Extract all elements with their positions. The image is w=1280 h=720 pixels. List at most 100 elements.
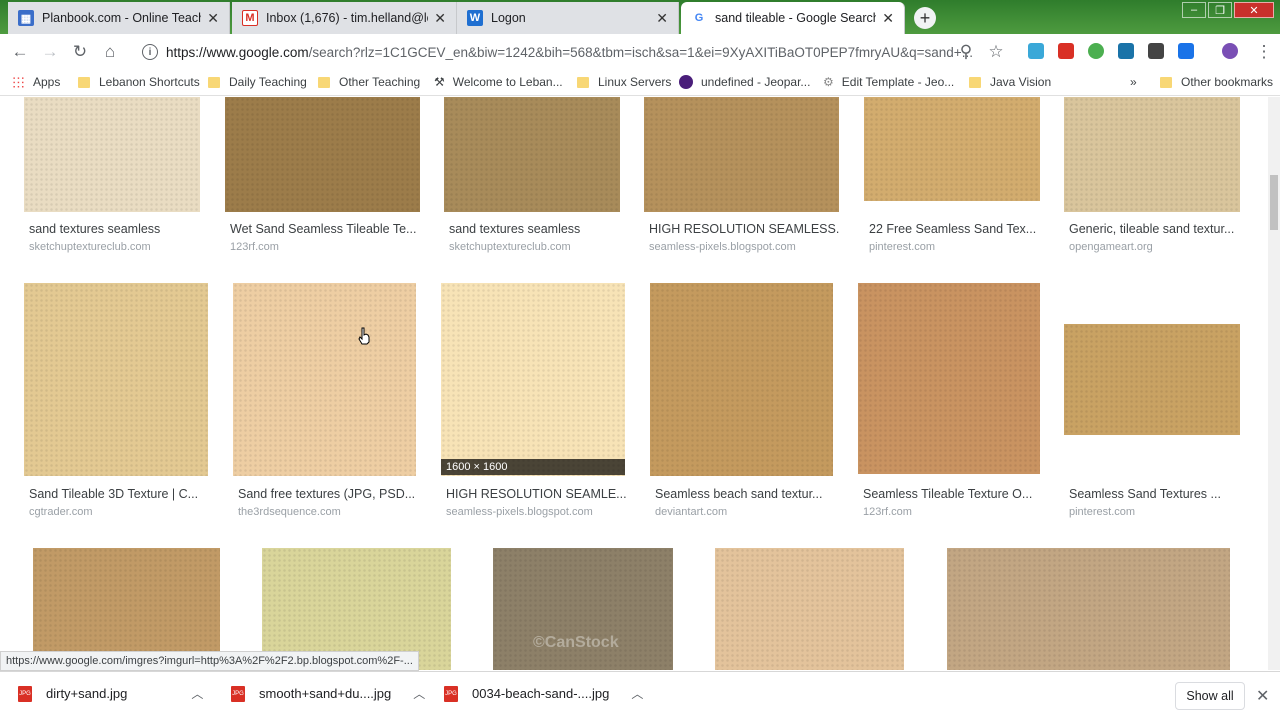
result-thumbnail[interactable] [858,283,1040,474]
close-icon[interactable]: ✕ [882,10,894,27]
result-thumbnail[interactable] [864,97,1040,201]
tab-google-search[interactable]: G sand tileable - Google Search ✕ [681,2,905,34]
result-title[interactable]: Wet Sand Seamless Tileable Te... [230,222,420,236]
reload-icon[interactable]: ↻ [70,42,90,62]
zoom-search-icon[interactable]: ⚲ [956,42,976,62]
jpg-file-icon: JPG [231,685,245,702]
jeopardy-icon [679,75,693,89]
google-icon: G [691,10,707,26]
minimize-button[interactable]: – [1182,2,1206,18]
result-source: the3rdsequence.com [238,506,341,518]
result-thumbnail[interactable] [233,283,416,476]
result-title[interactable]: Sand free textures (JPG, PSD... [238,487,428,501]
info-icon[interactable]: i [142,44,158,60]
bookmarks-overflow[interactable]: » [1130,75,1137,89]
window-controls: – ❐ ✕ [1180,2,1274,18]
result-title[interactable]: Seamless Sand Textures ... [1069,487,1259,501]
bookmark-edit-template[interactable]: ⚙ Edit Template - Jeo... [823,75,954,89]
result-source: pinterest.com [869,241,936,253]
bookmark-lebanon-shortcuts[interactable]: Lebanon Shortcuts [78,75,200,89]
jpg-file-icon: JPG [18,685,32,702]
result-title[interactable]: Seamless beach sand textur... [655,487,845,501]
extension-sync-icon[interactable] [1088,43,1104,59]
result-title[interactable]: Generic, tileable sand textur... [1069,222,1259,236]
result-thumbnail[interactable] [225,97,420,212]
folder-icon [78,76,90,88]
close-icon[interactable]: ✕ [434,10,446,27]
bookmark-other-teaching[interactable]: Other Teaching [318,75,420,89]
result-title[interactable]: sand textures seamless [449,222,639,236]
extension-screen-icon[interactable] [1148,43,1164,59]
result-thumbnail[interactable] [441,283,625,476]
chevron-up-icon[interactable]: ︿ [413,685,425,702]
result-title[interactable]: HIGH RESOLUTION SEAMLE... [446,487,636,501]
close-icon[interactable]: ✕ [207,10,219,27]
close-icon[interactable]: ✕ [1256,686,1269,706]
close-icon[interactable]: ✕ [656,10,668,27]
result-thumbnail[interactable] [715,548,904,670]
bookmark-star-icon[interactable]: ☆ [986,42,1006,62]
tab-gmail[interactable]: M Inbox (1,676) - tim.helland@leban ✕ [232,2,457,34]
result-source: 123rf.com [863,506,912,518]
folder-icon [318,76,330,88]
url-text[interactable]: https://www.google.com/search?rlz=1C1GCE… [166,45,979,60]
result-thumbnail[interactable] [947,548,1230,670]
result-title[interactable]: Seamless Tileable Texture O... [863,487,1053,501]
new-tab-button[interactable]: + [914,7,936,29]
bookmark-label: Java Vision [990,75,1052,89]
tool-icon: ⚒ [434,75,445,89]
extension-gmail-icon[interactable] [1058,43,1074,59]
download-filename: smooth+sand+du....jpg [259,686,392,701]
status-url: https://www.google.com/imgres?imgurl=htt… [0,651,419,671]
bookmark-other-bookmarks[interactable]: Other bookmarks [1160,75,1273,89]
extension-drive-icon[interactable] [1028,43,1044,59]
download-item[interactable]: JPG 0034-beach-sand-....jpg ︿ [444,685,643,702]
result-thumbnail[interactable] [444,97,620,212]
bookmark-daily-teaching[interactable]: Daily Teaching [208,75,307,89]
scrollbar[interactable] [1268,97,1280,670]
download-filename: 0034-beach-sand-....jpg [472,686,610,701]
download-item[interactable]: JPG smooth+sand+du....jpg ︿ [231,685,425,702]
chevron-double-icon: » [1130,75,1137,89]
bookmark-welcome-lebanon[interactable]: ⚒ Welcome to Leban... [434,75,563,89]
maximize-button[interactable]: ❐ [1208,2,1232,18]
bookmark-java-vision[interactable]: Java Vision [969,75,1051,89]
jpg-file-icon: JPG [444,685,458,702]
forward-arrow-icon[interactable]: → [40,42,60,62]
bookmark-label: Other bookmarks [1181,75,1274,89]
menu-dots-icon[interactable]: ⋮ [1254,42,1274,62]
bookmark-apps[interactable]: Apps [12,75,60,89]
home-icon[interactable]: ⌂ [100,42,120,62]
scrollbar-thumb[interactable] [1270,175,1278,230]
chevron-up-icon[interactable]: ︿ [631,685,643,702]
bookmark-linux-servers[interactable]: Linux Servers [577,75,671,89]
bookmark-label: undefined - Jeopar... [701,75,811,89]
result-title[interactable]: HIGH RESOLUTION SEAMLESS... [649,222,839,236]
bookmark-label: Daily Teaching [229,75,307,89]
back-arrow-icon[interactable]: ← [10,42,30,62]
show-all-button[interactable]: Show all [1175,682,1245,710]
result-thumbnail[interactable] [1064,324,1240,435]
result-title[interactable]: Sand Tileable 3D Texture | C... [29,487,219,501]
result-thumbnail[interactable] [644,97,839,212]
tab-planbook[interactable]: ▦ Planbook.com - Online Teacher L ✕ [8,2,230,34]
result-thumbnail[interactable] [1064,97,1240,212]
chevron-up-icon[interactable]: ︿ [191,685,203,702]
tab-logon[interactable]: W Logon ✕ [457,2,679,34]
bookmark-label: Edit Template - Jeo... [841,75,955,89]
extension-c-icon[interactable] [1178,43,1194,59]
address-bar[interactable]: i https://www.google.com/search?rlz=1C1G… [136,38,979,66]
result-source: cgtrader.com [29,506,93,518]
window-close-button[interactable]: ✕ [1234,2,1274,18]
tab-title: Planbook.com - Online Teacher L [42,11,201,25]
download-item[interactable]: JPG dirty+sand.jpg ︿ [18,685,203,702]
extension-r-icon[interactable] [1118,43,1134,59]
result-thumbnail[interactable] [650,283,833,476]
result-thumbnail[interactable] [24,97,200,212]
result-thumbnail[interactable] [24,283,208,476]
profile-avatar[interactable] [1222,43,1238,59]
bookmark-label: Linux Servers [598,75,672,89]
bookmark-jeopardy[interactable]: undefined - Jeopar... [679,75,810,89]
result-title[interactable]: sand textures seamless [29,222,219,236]
result-title[interactable]: 22 Free Seamless Sand Tex... [869,222,1059,236]
